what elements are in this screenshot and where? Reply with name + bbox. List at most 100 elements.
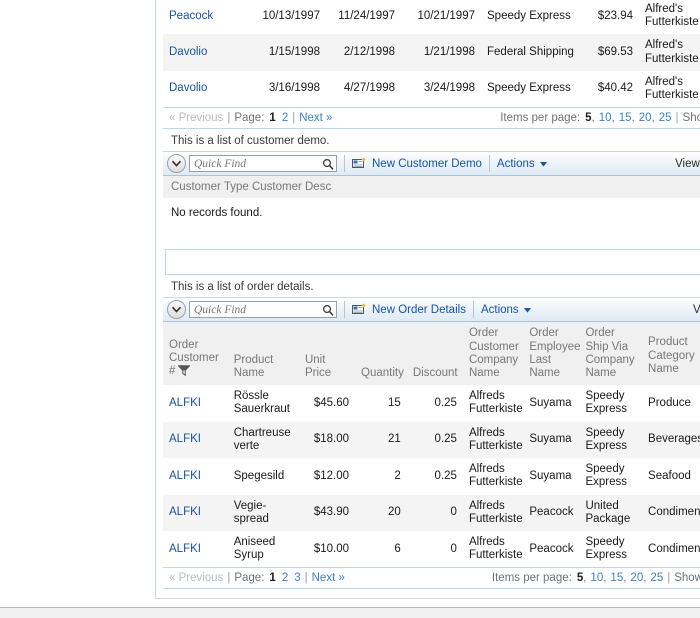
- search-icon[interactable]: [320, 304, 336, 316]
- quick-find-box[interactable]: [189, 301, 337, 319]
- column-header-product-name[interactable]: Product Name: [227, 322, 299, 386]
- column-header-order-ship-via-company-name[interactable]: Order Ship Via Company Name: [579, 322, 643, 386]
- table-row[interactable]: ALFKI Rössle Sauerkraut $45.60 15 0.25 A…: [163, 385, 700, 421]
- cell-customer-no: ALFKI: [163, 458, 228, 494]
- cell-unit-price: $12.00: [313, 469, 350, 482]
- cell-customer-no: ALFKI: [163, 494, 228, 531]
- actions-menu-button[interactable]: Actions: [481, 304, 531, 316]
- page-number-3[interactable]: 3: [294, 572, 300, 584]
- cell-discount: 0.25: [406, 421, 463, 459]
- cell-customer: Alfred's Futterkiste: [645, 75, 699, 102]
- column-header-order-customer-no[interactable]: Order Customer #: [163, 322, 228, 386]
- cell-unit-price: $18.00: [298, 421, 356, 459]
- cell-ship-via: Speedy Express: [487, 82, 571, 95]
- customer-no-link[interactable]: ALFKI: [169, 397, 201, 409]
- table-row[interactable]: ALFKI Chartreuse verte $18.00 21 0.25 Al…: [163, 421, 700, 459]
- chevron-down-icon[interactable]: [167, 154, 186, 174]
- content-panel-inner: Peacock 10/13/1997 11/24/1997 10/21/1997…: [163, 0, 700, 596]
- customer-no-link[interactable]: ALFKI: [169, 506, 201, 518]
- cell-category-name: Seafood: [648, 469, 691, 482]
- new-order-details-button[interactable]: New Order Details: [352, 303, 466, 316]
- window-bottom-bar: [0, 607, 700, 618]
- customer-demo-columns: Customer Type Customer Desc: [163, 176, 700, 199]
- page-label: Page:: [234, 112, 265, 125]
- cell-ship-via-company: Speedy Express: [585, 463, 628, 489]
- next-page-link[interactable]: Next »: [299, 112, 332, 124]
- filter-icon[interactable]: [177, 365, 192, 380]
- column-header-product-category-name[interactable]: Product Category Name: [642, 322, 700, 386]
- items-per-page-25[interactable]: 25: [650, 572, 663, 584]
- cell-ship-via-company: Speedy Express: [579, 421, 643, 459]
- cell-shipped-date: 1/21/1998: [401, 34, 481, 71]
- orders-grid-body: Peacock 10/13/1997 11/24/1997 10/21/1997…: [163, 0, 700, 107]
- left-blank-area: [0, 0, 156, 599]
- items-per-page-15[interactable]: 15: [619, 112, 632, 124]
- cell-unit-price: $45.60: [313, 396, 350, 409]
- chevron-down-icon[interactable]: [167, 300, 186, 320]
- cell-customer: Alfred's Futterkiste: [645, 3, 699, 29]
- page-number-2[interactable]: 2: [282, 572, 288, 584]
- page-number-1[interactable]: 1: [269, 572, 275, 584]
- customer-no-link[interactable]: ALFKI: [169, 543, 201, 555]
- column-header-discount[interactable]: Discount: [406, 322, 463, 386]
- customer-no-link[interactable]: ALFKI: [169, 433, 201, 445]
- quick-find-input[interactable]: [190, 157, 320, 170]
- cell-order-date: 10/13/1997: [262, 9, 320, 22]
- cell-ship-via-company: United Package: [579, 494, 643, 531]
- search-icon[interactable]: [320, 158, 336, 170]
- customer-demo-caption: This is a list of customer demo.: [171, 135, 330, 148]
- cell-shipped-date: 3/24/1998: [423, 82, 475, 95]
- orders-pagination: « Previous | Page: 1 2 | Next » Items pe…: [163, 107, 700, 130]
- employee-link[interactable]: Peacock: [169, 10, 213, 22]
- items-per-page-15[interactable]: 15: [610, 572, 623, 584]
- column-header-quantity[interactable]: Quantity: [355, 322, 407, 386]
- no-records-message: No records found.: [171, 207, 263, 220]
- previous-page-link[interactable]: « Previous: [169, 112, 223, 124]
- column-header-order-employee-last-name[interactable]: Order Employee Last Name: [523, 322, 581, 386]
- next-page-link[interactable]: Next »: [312, 572, 345, 584]
- items-per-page-20[interactable]: 20: [639, 112, 652, 124]
- table-row[interactable]: ALFKI Aniseed Syrup $10.00 6 0 Alfreds F…: [163, 531, 700, 567]
- page-number-1[interactable]: 1: [269, 112, 275, 124]
- table-row[interactable]: Peacock 10/13/1997 11/24/1997 10/21/1997…: [163, 0, 700, 34]
- column-header-unit-price[interactable]: Unit Price: [298, 322, 356, 386]
- table-row[interactable]: Davolio 3/16/1998 4/27/1998 3/24/1998 Sp…: [163, 71, 700, 107]
- page-label: Page:: [234, 572, 265, 585]
- items-per-page-20[interactable]: 20: [630, 572, 643, 584]
- page-number-2[interactable]: 2: [282, 112, 288, 124]
- cell-discount: 0.25: [434, 396, 457, 409]
- cell-employee-last-name: Peacock: [523, 494, 580, 531]
- new-order-details-label: New Order Details: [372, 303, 466, 316]
- employee-link[interactable]: Davolio: [169, 46, 207, 58]
- items-per-page-group: Items per page: 5, 10, 15, 20, 25 | Show: [492, 572, 700, 584]
- items-per-page-label: Items per page:: [491, 572, 572, 585]
- column-header-order-customer-company-name[interactable]: Order Customer Company Name: [462, 322, 524, 386]
- cell-required-date: 2/12/1998: [326, 34, 401, 71]
- cell-customer-no: ALFKI: [163, 385, 228, 421]
- new-customer-demo-button[interactable]: New Customer Demo: [352, 157, 482, 170]
- show-all-link[interactable]: Sho: [683, 112, 700, 124]
- items-per-page-10[interactable]: 10: [590, 572, 603, 584]
- cell-category-name: Condiments: [642, 494, 700, 531]
- table-row[interactable]: Davolio 1/15/1998 2/12/1998 1/21/1998 Fe…: [163, 34, 700, 71]
- items-per-page-25[interactable]: 25: [659, 112, 672, 124]
- customer-no-link[interactable]: ALFKI: [169, 470, 201, 482]
- toolbar-divider: [344, 301, 345, 319]
- cell-quantity: 15: [388, 396, 401, 409]
- items-per-page-label: Items per page:: [500, 112, 581, 125]
- cell-category-name: Produce: [648, 396, 691, 409]
- cell-employee: Davolio: [163, 71, 251, 107]
- quick-find-input[interactable]: [190, 303, 320, 316]
- cell-company-name: Alfreds Futterkiste: [468, 390, 523, 416]
- cell-order-date: 1/15/1998: [251, 34, 326, 71]
- order-details-header: Order Customer # Product Name Unit Price…: [163, 322, 700, 386]
- table-row[interactable]: ALFKI Vegie-spread $43.90 20 0 Alfreds F…: [163, 494, 700, 531]
- employee-link[interactable]: Davolio: [169, 82, 207, 94]
- show-all-link[interactable]: Show: [674, 572, 700, 584]
- cell-company-name: Alfreds Futterkiste: [462, 494, 524, 531]
- quick-find-box[interactable]: [189, 155, 337, 173]
- table-row[interactable]: ALFKI Spegesild $12.00 2 0.25 Alfreds Fu…: [163, 458, 700, 494]
- previous-page-link[interactable]: « Previous: [169, 572, 223, 584]
- items-per-page-10[interactable]: 10: [599, 112, 612, 124]
- actions-menu-button[interactable]: Actions: [497, 158, 547, 170]
